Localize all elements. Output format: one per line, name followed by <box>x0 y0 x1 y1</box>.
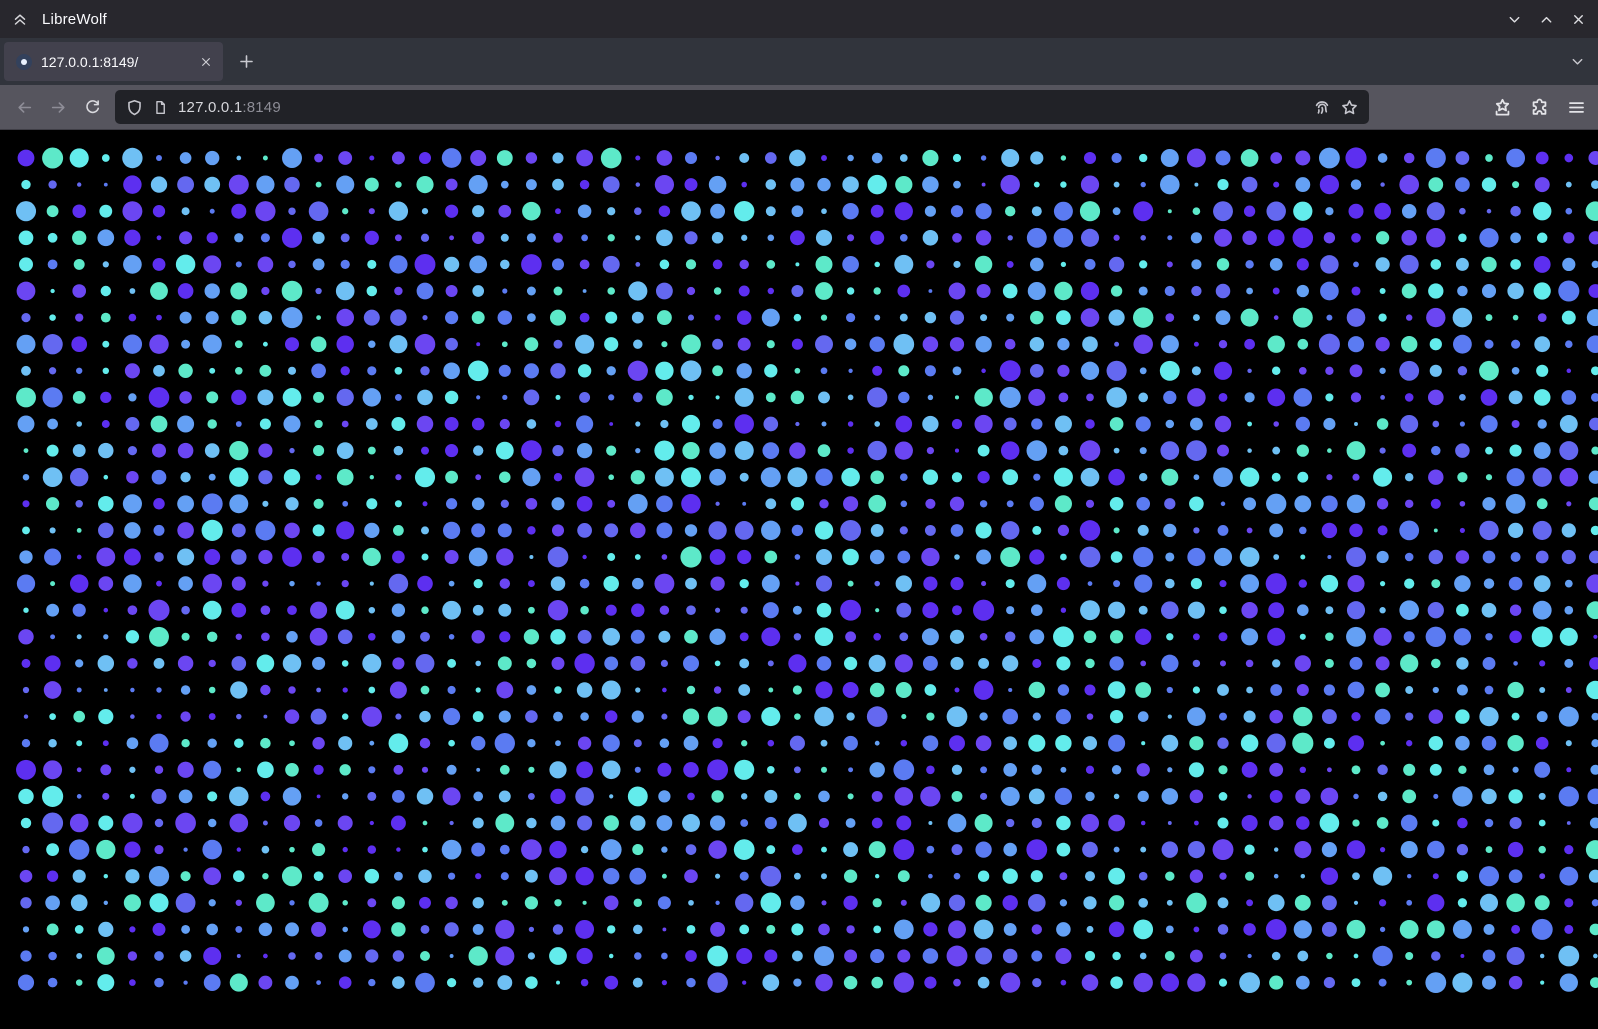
tab-title: 127.0.0.1:8149/ <box>41 54 186 70</box>
dot-grid-art <box>0 130 1598 1029</box>
tab-favicon-icon <box>16 54 32 70</box>
url-host: 127.0.0.1 <box>178 99 242 116</box>
fingerprint-protection-icon[interactable] <box>1313 98 1331 116</box>
double-chevron-up-icon[interactable] <box>12 11 28 27</box>
shield-icon[interactable] <box>126 99 143 116</box>
back-button[interactable] <box>7 90 41 124</box>
toolbar-right-group <box>1493 98 1586 117</box>
page-info-icon[interactable] <box>153 100 168 115</box>
bookmark-star-icon[interactable] <box>1341 99 1358 116</box>
browser-window: LibreWolf 127.0.0.1:8149/ <box>0 0 1598 1029</box>
bookmarks-tray-icon[interactable] <box>1493 98 1512 117</box>
tab-bar: 127.0.0.1:8149/ <box>0 38 1598 85</box>
new-tab-button[interactable] <box>238 53 255 70</box>
url-port: :8149 <box>242 99 281 116</box>
navigation-toolbar: 127.0.0.1:8149 <box>0 85 1598 130</box>
maximize-chevron-up-icon[interactable] <box>1539 12 1554 27</box>
url-text: 127.0.0.1:8149 <box>178 99 281 116</box>
menu-hamburger-icon[interactable] <box>1567 98 1586 117</box>
url-bar[interactable]: 127.0.0.1:8149 <box>115 90 1369 124</box>
tab-close-icon[interactable] <box>195 51 217 73</box>
page-content <box>0 130 1598 1029</box>
forward-button[interactable] <box>41 90 75 124</box>
window-title: LibreWolf <box>42 11 107 28</box>
extensions-puzzle-icon[interactable] <box>1530 98 1549 117</box>
active-tab[interactable]: 127.0.0.1:8149/ <box>4 42 223 81</box>
window-titlebar: LibreWolf <box>0 0 1598 38</box>
reload-button[interactable] <box>75 90 109 124</box>
list-all-tabs-chevron-icon[interactable] <box>1570 54 1585 69</box>
close-window-icon[interactable] <box>1571 12 1586 27</box>
minimize-chevron-down-icon[interactable] <box>1507 12 1522 27</box>
window-controls <box>1507 12 1586 27</box>
